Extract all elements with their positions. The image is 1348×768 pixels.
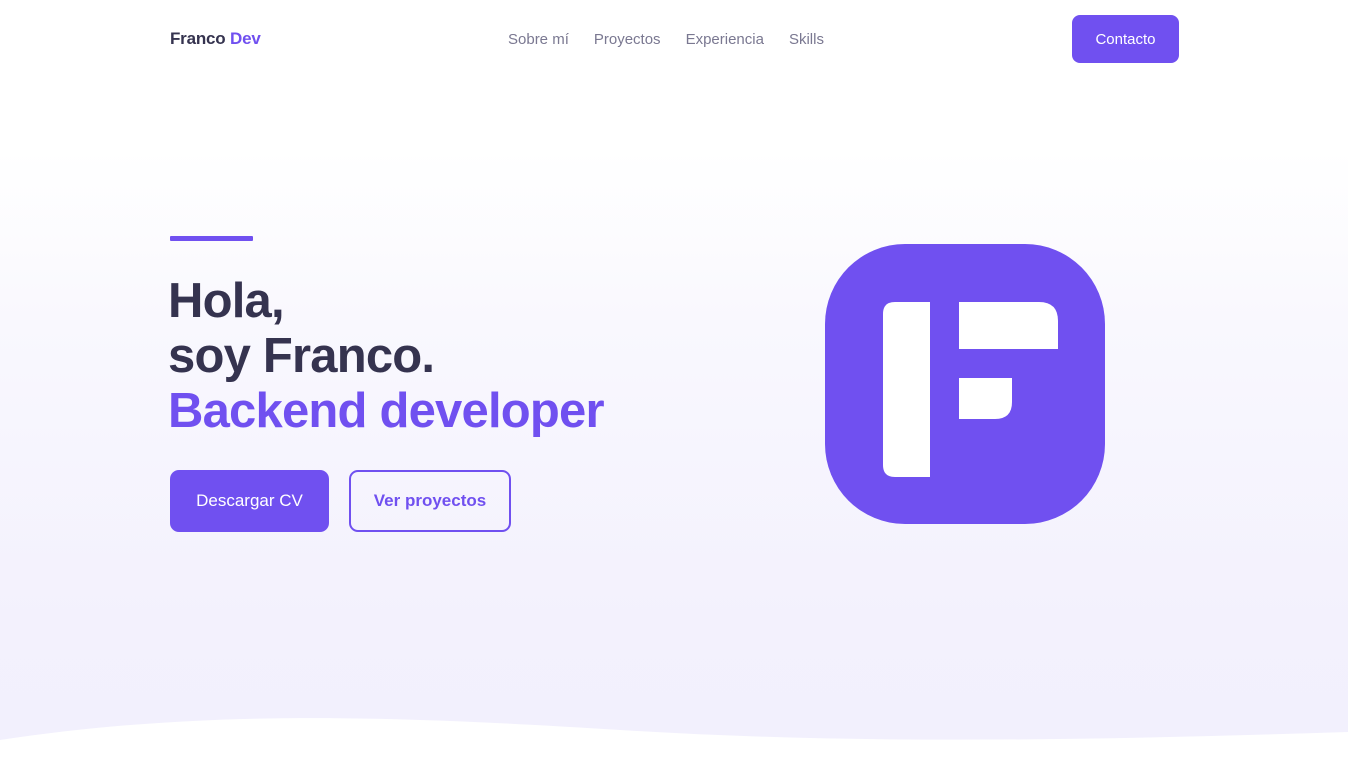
site-header: Franco Dev Sobre mí Proyectos Experienci… (0, 0, 1348, 80)
franco-f-logo-icon (825, 244, 1105, 524)
nav-item-skills[interactable]: Skills (789, 31, 824, 48)
nav-item-sobre-mi[interactable]: Sobre mí (508, 31, 569, 48)
hero-title: Hola, soy Franco. Backend developer (168, 274, 605, 439)
hero-accent-bar (170, 236, 253, 241)
hero-greeting: Hola, (168, 274, 285, 328)
brand-logo[interactable]: Franco Dev (170, 29, 261, 49)
contact-button[interactable]: Contacto (1072, 15, 1179, 63)
hero-role: Backend developer (168, 384, 605, 438)
nav-item-experiencia[interactable]: Experiencia (686, 31, 764, 48)
view-projects-button[interactable]: Ver proyectos (349, 470, 511, 532)
brand-name: Franco (170, 29, 226, 48)
main-nav: Sobre mí Proyectos Experiencia Skills (508, 31, 824, 48)
brand-suffix: Dev (230, 29, 261, 48)
download-cv-button[interactable]: Descargar CV (170, 470, 329, 532)
wave-divider (0, 718, 1348, 768)
hero-name: soy Franco. (168, 329, 435, 383)
nav-item-proyectos[interactable]: Proyectos (594, 31, 661, 48)
